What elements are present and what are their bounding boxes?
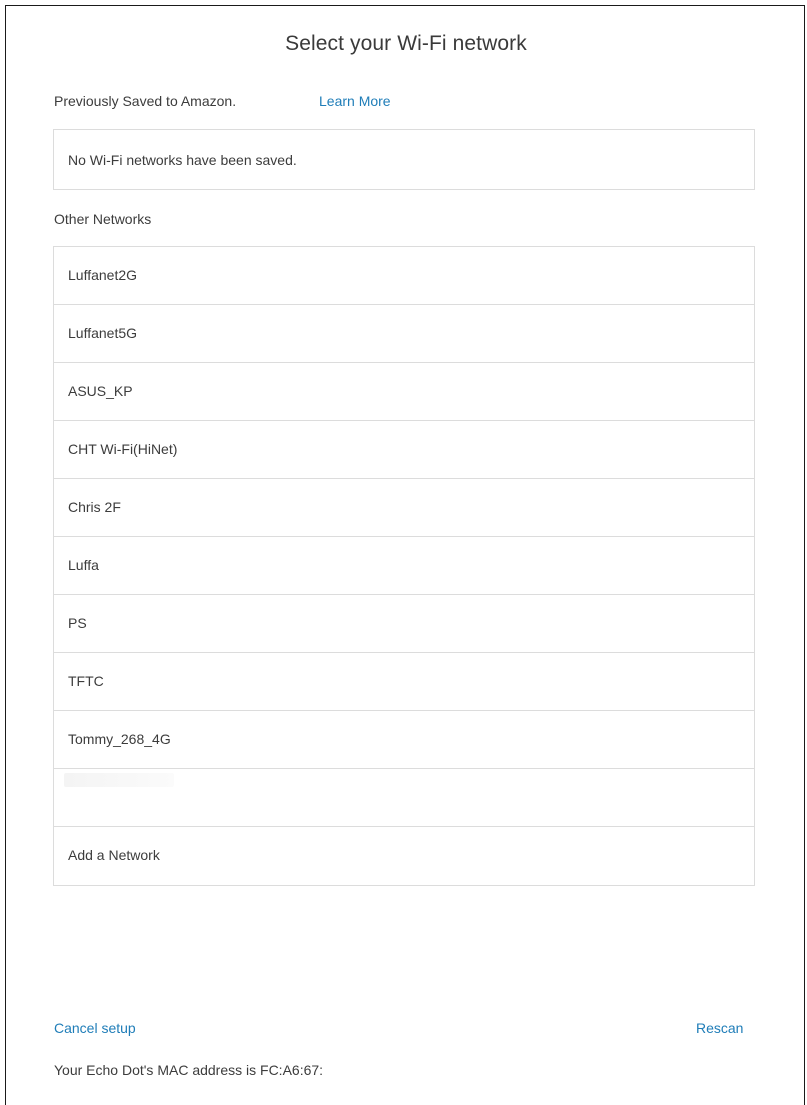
mac-address-text: Your Echo Dot's MAC address is FC:A6:67: (54, 1062, 324, 1078)
learn-more-link[interactable]: Learn More (319, 93, 391, 109)
network-name: Luffanet5G (68, 325, 138, 341)
network-item-tommy-268-4g[interactable]: Tommy_268_4G (54, 711, 754, 769)
page-title: Select your Wi-Fi network (285, 32, 527, 55)
network-item-chris-2f[interactable]: Chris 2F (54, 479, 754, 537)
network-item-asus-kp[interactable]: ASUS_KP (54, 363, 754, 421)
network-name: CHT Wi-Fi(HiNet) (68, 441, 178, 457)
network-item-luffanet5g[interactable]: Luffanet5G (54, 305, 754, 363)
network-item-ps[interactable]: PS (54, 595, 754, 653)
add-network-button[interactable]: Add a Network (54, 827, 754, 885)
network-item-cht-wifi-hinet[interactable]: CHT Wi-Fi(HiNet) (54, 421, 754, 479)
redacted-network-name (64, 773, 174, 787)
network-name: Tommy_268_4G (68, 731, 171, 747)
network-name: Luffa (68, 557, 99, 573)
network-item-tftc[interactable]: TFTC (54, 653, 754, 711)
network-name: Chris 2F (68, 499, 121, 515)
network-name: Luffanet2G (68, 267, 138, 283)
add-network-label: Add a Network (68, 847, 160, 863)
network-name: ASUS_KP (68, 383, 133, 399)
rescan-link[interactable]: Rescan (696, 1020, 743, 1036)
cancel-setup-link[interactable]: Cancel setup (54, 1020, 136, 1036)
wifi-setup-panel: Select your Wi-Fi network Previously Sav… (5, 5, 805, 1105)
no-saved-networks-message: No Wi-Fi networks have been saved. (68, 152, 297, 168)
saved-networks-label: Previously Saved to Amazon. (54, 93, 237, 109)
network-list: Luffanet2G Luffanet5G ASUS_KP CHT Wi-Fi(… (53, 246, 755, 886)
other-networks-label: Other Networks (54, 211, 152, 227)
saved-networks-box: No Wi-Fi networks have been saved. (53, 129, 755, 190)
network-item-luffa[interactable]: Luffa (54, 537, 754, 595)
network-name: TFTC (68, 673, 104, 689)
network-name: PS (68, 615, 87, 631)
network-item-redacted[interactable] (54, 769, 754, 827)
network-item-luffanet2g[interactable]: Luffanet2G (54, 247, 754, 305)
